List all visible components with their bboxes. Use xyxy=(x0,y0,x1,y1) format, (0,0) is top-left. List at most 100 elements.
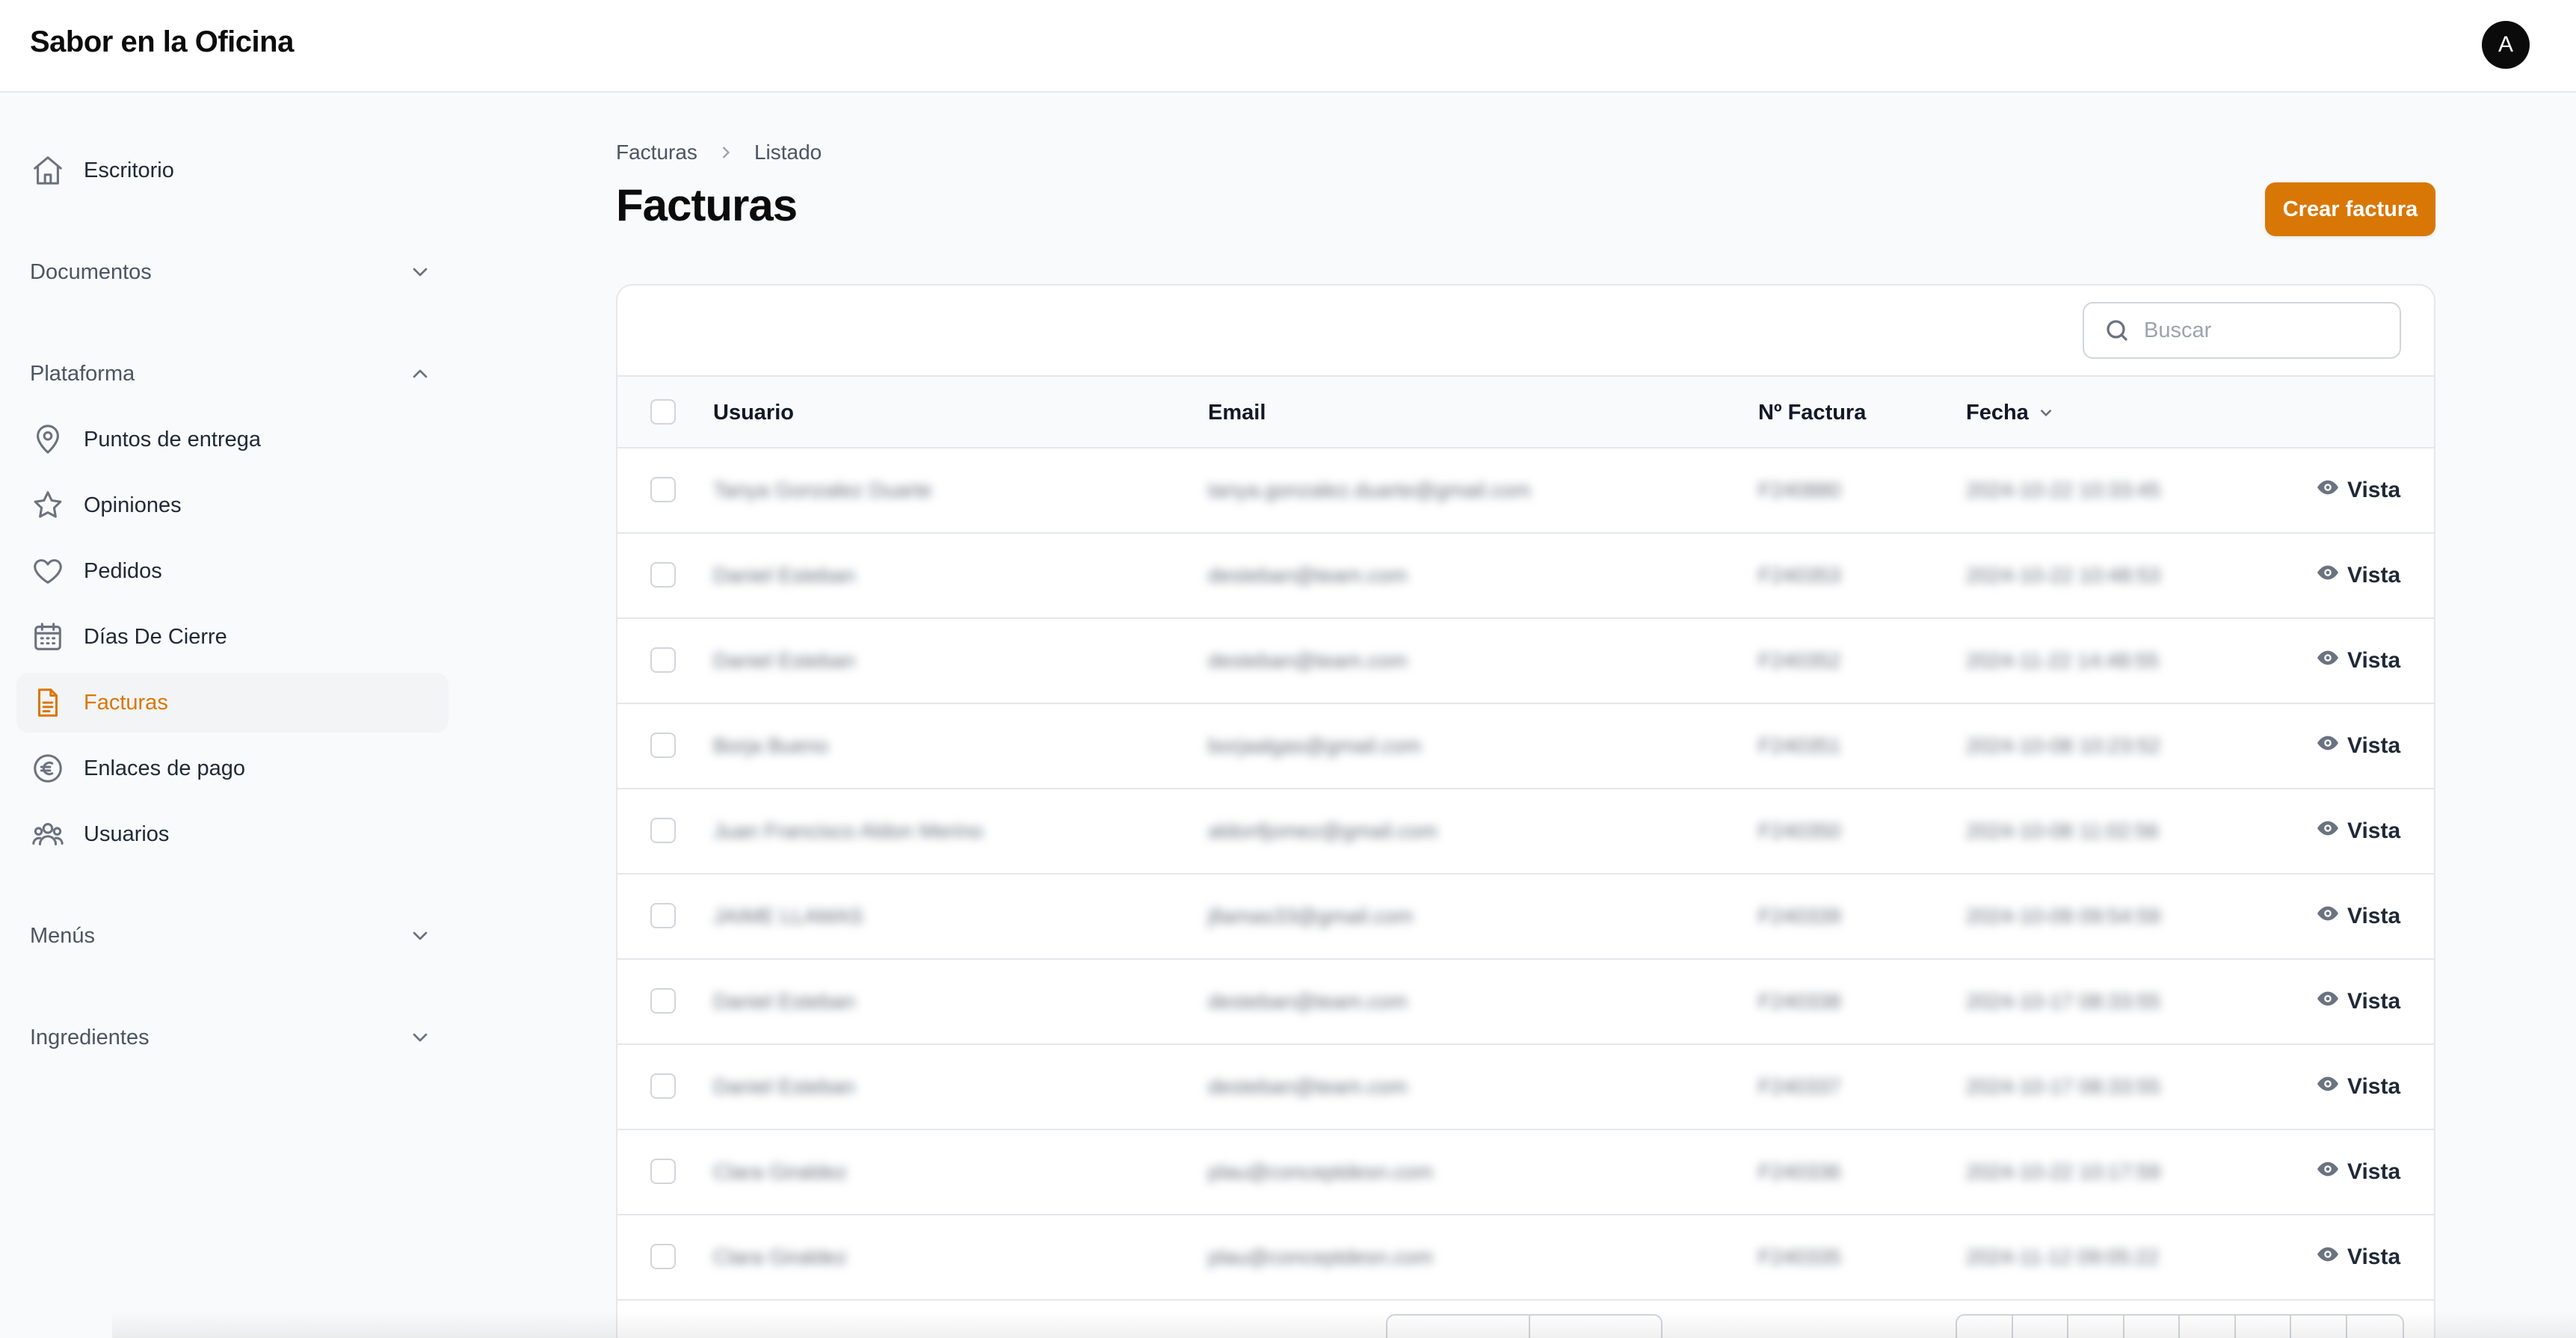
view-button-label: Vista xyxy=(2347,563,2401,588)
cell-numero: F240336 xyxy=(1758,1160,1841,1183)
view-button[interactable]: Vista xyxy=(2316,448,2400,532)
cell-usuario: Daniel Esteban xyxy=(713,990,855,1013)
sidebar-item-facturas[interactable]: Facturas xyxy=(16,673,449,733)
row-checkbox[interactable] xyxy=(650,1159,676,1184)
sidebar-group-menus[interactable]: Menús xyxy=(30,913,434,958)
invoices-table-card: Usuario Email Nº Factura Fecha Tanya Gon… xyxy=(616,284,2435,1338)
sidebar-group-documentos[interactable]: Documentos xyxy=(30,250,434,295)
eye-icon xyxy=(2316,475,2347,505)
row-checkbox[interactable] xyxy=(650,988,676,1014)
view-button[interactable]: Vista xyxy=(2316,960,2400,1043)
search-box[interactable] xyxy=(2083,302,2401,359)
eye-icon xyxy=(2316,1157,2347,1187)
cell-numero: F240351 xyxy=(1758,734,1841,757)
sidebar-item-usuarios[interactable]: Usuarios xyxy=(16,804,449,864)
cell-numero: F240350 xyxy=(1758,819,1841,842)
column-header-fecha[interactable]: Fecha xyxy=(1966,377,2056,448)
app-title[interactable]: Sabor en la Oficina xyxy=(30,25,294,59)
row-checkbox[interactable] xyxy=(650,733,676,758)
eye-icon xyxy=(2316,731,2347,761)
cell-usuario: JAIME LLAMAS xyxy=(713,904,863,928)
view-button[interactable]: Vista xyxy=(2316,619,2400,703)
cell-email: aldonfjomez@gmail.com xyxy=(1208,819,1438,842)
cell-email: borjaalgas@gmail.com xyxy=(1208,734,1422,757)
view-button-label: Vista xyxy=(2347,648,2401,673)
sidebar-item-dias-de-cierre[interactable]: Días De Cierre xyxy=(16,607,449,667)
cell-usuario: Borja Bueno xyxy=(713,734,829,757)
cell-usuario: Clara Giraldez xyxy=(713,1160,847,1183)
view-button-label: Vista xyxy=(2347,989,2401,1014)
breadcrumb: Facturas Listado xyxy=(616,141,822,164)
sidebar-group-plataforma[interactable]: Plataforma xyxy=(30,351,434,396)
cell-fecha: 2024-10-08 10:23:52 xyxy=(1966,734,2160,757)
document-icon xyxy=(30,685,66,721)
breadcrumb-root[interactable]: Facturas xyxy=(616,141,697,164)
row-checkbox[interactable] xyxy=(650,647,676,673)
row-checkbox[interactable] xyxy=(650,903,676,928)
view-button-label: Vista xyxy=(2347,478,2401,502)
sidebar-item-enlaces-de-pago[interactable]: Enlaces de pago xyxy=(16,739,449,798)
view-button[interactable]: Vista xyxy=(2316,1045,2400,1129)
sort-chevron-down-icon xyxy=(2040,409,2052,417)
cell-fecha: 2024-10-08 11:02:56 xyxy=(1966,819,2159,842)
view-button[interactable]: Vista xyxy=(2316,1130,2400,1214)
cell-numero: F240337 xyxy=(1758,1075,1841,1098)
search-input[interactable] xyxy=(2144,318,2368,343)
euro-icon xyxy=(30,750,66,786)
row-checkbox[interactable] xyxy=(650,562,676,588)
top-bar: Sabor en la Oficina A xyxy=(0,0,2576,93)
create-invoice-button[interactable]: Crear factura xyxy=(2265,182,2435,236)
map-pin-icon xyxy=(30,422,66,457)
sidebar-item-label: Opiniones xyxy=(84,493,182,517)
star-icon xyxy=(30,487,66,523)
column-header-label: Fecha xyxy=(1966,400,2029,425)
view-button[interactable]: Vista xyxy=(2316,789,2400,873)
cell-email: desteban@team.com xyxy=(1208,1075,1408,1098)
table-row[interactable]: Daniel Esteban desteban@team.com F240337 20… xyxy=(617,1045,2434,1130)
view-button[interactable]: Vista xyxy=(2316,534,2400,617)
table-row[interactable]: Borja Bueno borjaalgas@gmail.com F240351 20… xyxy=(617,704,2434,789)
table-row[interactable]: Tanya Gonzalez Duarte tanya.gonzalez.duar… xyxy=(617,448,2434,534)
row-checkbox[interactable] xyxy=(650,1073,676,1099)
column-header-usuario: Usuario xyxy=(713,400,794,425)
table-row[interactable]: Daniel Esteban desteban@team.com F240338 20… xyxy=(617,960,2434,1045)
eye-icon xyxy=(2316,987,2347,1017)
table-row[interactable]: Clara Giraldez plau@conceptdesn.com F24033… xyxy=(617,1130,2434,1215)
cell-usuario: Daniel Esteban xyxy=(713,649,855,672)
eye-icon xyxy=(2316,1072,2347,1102)
sidebar-item-pedidos[interactable]: Pedidos xyxy=(16,541,449,601)
table-row[interactable]: Clara Giraldez plau@conceptdesn.com F24033… xyxy=(617,1215,2434,1301)
view-button-label: Vista xyxy=(2347,818,2401,843)
row-checkbox[interactable] xyxy=(650,818,676,843)
sidebar-group-label: Menús xyxy=(30,923,96,948)
sidebar-item-opiniones[interactable]: Opiniones xyxy=(16,475,449,535)
chevron-up-icon xyxy=(413,369,428,378)
view-button-label: Vista xyxy=(2347,1245,2401,1269)
table-row[interactable]: Daniel Esteban desteban@team.com F240353 20… xyxy=(617,534,2434,619)
sidebar-item-puntos-de-entrega[interactable]: Puntos de entrega xyxy=(16,410,449,469)
row-checkbox[interactable] xyxy=(650,1244,676,1269)
sidebar-item-escritorio[interactable]: Escritorio xyxy=(16,141,449,200)
chevron-down-icon xyxy=(413,268,428,277)
sidebar-item-label: Pedidos xyxy=(84,558,162,583)
row-checkbox[interactable] xyxy=(650,477,676,502)
cell-fecha: 2024-11-12 09:05:22 xyxy=(1966,1245,2159,1268)
view-button[interactable]: Vista xyxy=(2316,1215,2400,1299)
user-avatar[interactable]: A xyxy=(2482,21,2530,69)
table-row[interactable]: Daniel Esteban desteban@team.com F240352 20… xyxy=(617,619,2434,704)
view-button-label: Vista xyxy=(2347,1159,2401,1184)
sidebar-item-label: Puntos de entrega xyxy=(84,427,262,451)
cell-numero: F240339 xyxy=(1758,904,1841,928)
view-button[interactable]: Vista xyxy=(2316,704,2400,788)
table-row[interactable]: Juan Francisco Aldon Merino aldonfjomez@g… xyxy=(617,789,2434,875)
table-row[interactable]: JAIME LLAMAS jllamas33@gmail.com F240339 20… xyxy=(617,875,2434,960)
cell-fecha: 2024-10-17 08:33:55 xyxy=(1966,990,2160,1013)
chevron-down-icon xyxy=(413,1033,428,1042)
view-button[interactable]: Vista xyxy=(2316,875,2400,958)
cell-usuario: Daniel Esteban xyxy=(713,564,855,587)
sidebar-group-ingredientes[interactable]: Ingredientes xyxy=(30,1015,434,1060)
cell-usuario: Tanya Gonzalez Duarte xyxy=(713,478,932,502)
cell-email: tanya.gonzalez.duarte@gmail.com xyxy=(1208,478,1531,502)
sidebar-group-label: Documentos xyxy=(30,259,152,284)
select-all-checkbox[interactable] xyxy=(650,399,676,425)
